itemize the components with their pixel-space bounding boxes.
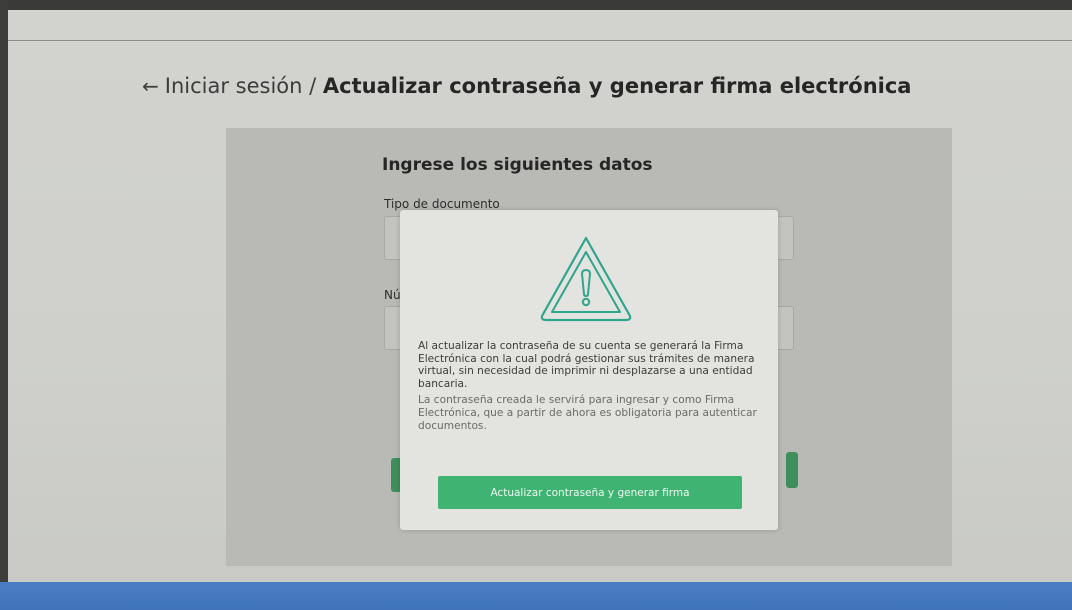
modal-paragraph-1: Al actualizar la contraseña de su cuenta… bbox=[418, 340, 755, 390]
submit-button-right-edge[interactable] bbox=[786, 452, 798, 488]
back-arrow-icon[interactable]: ← bbox=[142, 74, 159, 98]
monitor-bezel-top bbox=[0, 0, 1072, 10]
modal-body: Al actualizar la contraseña de su cuenta… bbox=[418, 340, 763, 436]
footer-bar bbox=[0, 582, 1072, 610]
monitor-bezel-left bbox=[0, 0, 8, 610]
modal-paragraph-2: La contraseña creada le servirá para ing… bbox=[418, 394, 757, 432]
breadcrumb: ← Iniciar sesión / Actualizar contraseña … bbox=[142, 74, 911, 98]
document-number-label: Nú bbox=[384, 288, 401, 302]
breadcrumb-current: Actualizar contraseña y generar firma el… bbox=[322, 74, 912, 98]
header-divider bbox=[8, 40, 1072, 41]
update-password-generate-signature-button[interactable]: Actualizar contraseña y generar firma bbox=[438, 476, 742, 509]
form-title: Ingrese los siguientes datos bbox=[382, 155, 653, 175]
warning-modal: Al actualizar la contraseña de su cuenta… bbox=[400, 210, 778, 530]
warning-triangle-icon bbox=[540, 236, 632, 322]
breadcrumb-parent-link[interactable]: Iniciar sesión / bbox=[165, 74, 316, 98]
document-type-label: Tipo de documento bbox=[384, 197, 500, 211]
